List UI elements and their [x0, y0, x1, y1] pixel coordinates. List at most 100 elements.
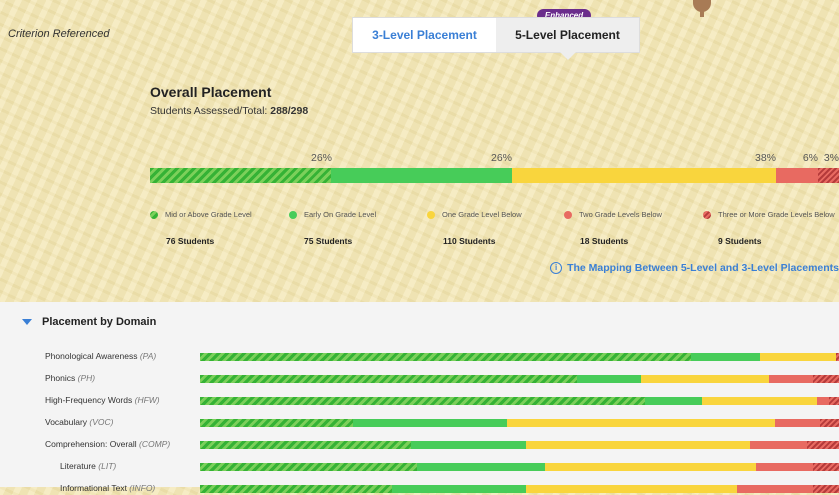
seg-early-on [691, 353, 761, 361]
domain-label: Comprehension: Overall (COMP) [45, 439, 170, 449]
domain-abbr: (LIT) [98, 461, 117, 471]
legend-early-on: Early On Grade Level [289, 210, 376, 219]
legend-dot-icon [150, 210, 158, 219]
student-count: 9 Students [718, 236, 762, 246]
tab-5-level-placement[interactable]: 5-Level Placement [496, 18, 639, 60]
legend-dot-icon [427, 210, 435, 219]
seg-three-or-more-below [807, 441, 839, 449]
overall-placement-title: Overall Placement [150, 84, 272, 100]
seg-one-below [506, 419, 776, 427]
domain-row: Phonological Awareness (PA) [0, 351, 839, 363]
percent-label: 26% [490, 152, 512, 164]
percent-label: 6% [802, 152, 818, 164]
domain-abbr: (PA) [139, 351, 157, 361]
domain-row: Vocabulary (VOC) [0, 417, 839, 429]
pin-icon [693, 0, 711, 17]
legend-dot-icon [564, 210, 572, 219]
seg-three-or-more-below [813, 485, 839, 493]
seg-one-below [760, 353, 836, 361]
domain-row: Literature (LIT) [0, 461, 839, 473]
seg-three-or-more-below [819, 419, 839, 427]
seg-two-below [768, 375, 814, 383]
domain-stacked-bar [200, 397, 839, 405]
domain-name: Vocabulary [45, 417, 90, 427]
domain-abbr: (PH) [77, 373, 96, 383]
seg-early-on [330, 168, 512, 183]
seg-one-below [702, 397, 817, 405]
seg-mid-or-above [200, 419, 354, 427]
legend-label: Two Grade Levels Below [579, 210, 662, 219]
student-count: 18 Students [580, 236, 629, 246]
seg-three-or-more-below [818, 168, 839, 183]
domain-name: High-Frequency Words [45, 395, 135, 405]
placement-panel: Criterion Referenced Enhanced 3-Level Pl… [0, 0, 839, 493]
overall-stacked-bar [150, 168, 839, 183]
seg-one-below [511, 168, 777, 183]
domain-stacked-bar [200, 419, 839, 427]
domain-label: Vocabulary (VOC) [45, 417, 114, 427]
domain-stacked-bar [200, 441, 839, 449]
seg-mid-or-above [200, 485, 392, 493]
placement-toggle: 3-Level Placement 5-Level Placement [352, 17, 640, 60]
domain-name: Comprehension: Overall [45, 439, 140, 449]
legend-dot-icon [289, 210, 297, 219]
legend-three-or-more-below: Three or More Grade Levels Below [703, 210, 835, 219]
seg-one-below [525, 441, 750, 449]
placement-by-domain-section: Placement by Domain Phonological Awarene… [0, 302, 839, 493]
legend-label: Mid or Above Grade Level [165, 210, 252, 219]
seg-three-or-more-below [813, 375, 839, 383]
student-count: 110 Students [443, 236, 496, 246]
seg-two-below [775, 419, 820, 427]
student-count: 76 Students [166, 236, 215, 246]
seg-one-below [545, 463, 756, 471]
domain-abbr: (COMP) [139, 439, 171, 449]
mapping-link-label: The Mapping Between 5-Level and 3-Level … [567, 262, 839, 274]
legend-label: Early On Grade Level [304, 210, 377, 219]
domain-row: Phonics (PH) [0, 373, 839, 385]
seg-early-on [391, 485, 526, 493]
domain-stacked-bar [200, 375, 839, 383]
domain-name: Literature [60, 461, 99, 471]
seg-three-or-more-below [813, 463, 839, 471]
mapping-link[interactable]: i The Mapping Between 5-Level and 3-Leve… [550, 262, 839, 274]
seg-early-on [577, 375, 641, 383]
domain-label: Literature (LIT) [60, 461, 116, 471]
seg-mid-or-above [200, 463, 418, 471]
student-count: 75 Students [304, 236, 353, 246]
caret-down-icon [22, 319, 32, 325]
seg-two-below [755, 463, 814, 471]
seg-two-below [776, 168, 819, 183]
info-icon: i [550, 262, 563, 274]
domain-name: Phonological Awareness [45, 351, 140, 361]
legend-label: One Grade Level Below [442, 210, 522, 219]
tab-3-level-placement[interactable]: 3-Level Placement [353, 18, 496, 52]
domain-row: High-Frequency Words (HFW) [0, 395, 839, 407]
criterion-label: Criterion Referenced [8, 28, 110, 40]
legend-two-below: Two Grade Levels Below [564, 210, 662, 219]
seg-early-on [410, 441, 526, 449]
legend-one-below: One Grade Level Below [427, 210, 522, 219]
seg-one-below [525, 485, 737, 493]
seg-early-on [645, 397, 703, 405]
seg-one-below [640, 375, 769, 383]
domain-row: Comprehension: Overall (COMP) [0, 439, 839, 451]
seg-mid-or-above [200, 397, 646, 405]
seg-two-below [736, 485, 814, 493]
seg-two-below [816, 397, 830, 405]
domain-stacked-bar [200, 353, 839, 361]
domain-label: Informational Text (INFO) [60, 483, 155, 493]
domain-label: Phonics (PH) [45, 373, 95, 383]
domain-name: Informational Text [60, 483, 130, 493]
domain-name: Phonics [45, 373, 78, 383]
legend-mid-or-above: Mid or Above Grade Level [150, 210, 252, 219]
percent-label: 3% [823, 152, 839, 164]
domain-abbr: (HFW) [134, 395, 160, 405]
seg-mid-or-above [200, 353, 692, 361]
placement-by-domain-toggle[interactable]: Placement by Domain [22, 316, 156, 328]
domain-abbr: (VOC) [89, 417, 114, 427]
domain-stacked-bar [200, 485, 839, 493]
domain-label: Phonological Awareness (PA) [45, 351, 156, 361]
domain-label: High-Frequency Words (HFW) [45, 395, 160, 405]
students-assessed-value: 288/298 [270, 105, 309, 117]
seg-three-or-more-below [835, 353, 839, 361]
